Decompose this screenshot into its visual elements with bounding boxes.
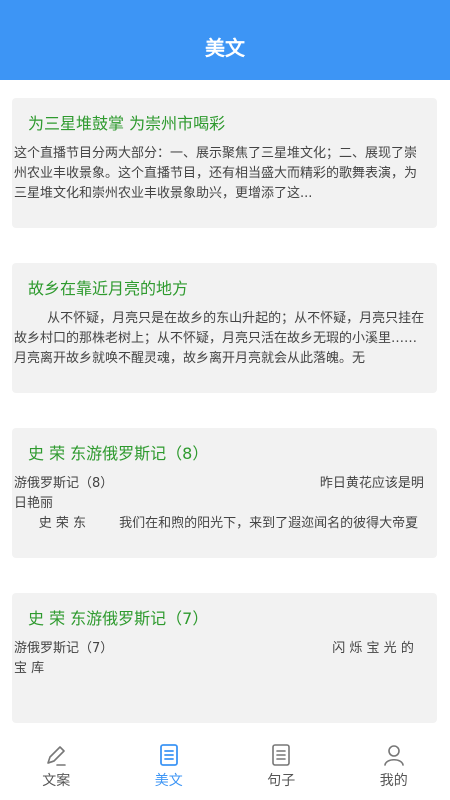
pen-icon xyxy=(47,746,67,766)
article-excerpt: 这个直播节目分两大部分：一、展示聚焦了三星堆文化；二、展现了崇州农业丰收景象。这… xyxy=(14,146,418,201)
article-title: 史 荣 东游俄罗斯记（8） xyxy=(28,444,209,463)
top-app-bar: 美文 xyxy=(0,0,450,80)
article-title: 为三星堆鼓掌 为崇州市喝彩 xyxy=(28,114,226,133)
article-card[interactable]: 史 荣 东游俄罗斯记（8） 游俄罗斯记（8） 昨日黄花应该是明日艳丽 史 荣 东… xyxy=(12,428,437,558)
article-title: 史 荣 东游俄罗斯记（7） xyxy=(28,609,209,628)
article-card[interactable]: 史 荣 东游俄罗斯记（7） 游俄罗斯记（7） 闪 烁 宝 光 的 宝 库 史 荣… xyxy=(12,593,437,723)
article-excerpt: 游俄罗斯记（8） 昨日黄花应该是明日艳丽 史 荣 东 我们在和煦的阳光下，来到了… xyxy=(14,476,424,531)
list-icon xyxy=(272,744,291,766)
app-screen: 美文 为三星堆鼓掌 为崇州市喝彩 这个直播节目分两大部分：一、展示聚焦了三星堆文… xyxy=(0,0,450,800)
article-excerpt: 游俄罗斯记（7） 闪 烁 宝 光 的 宝 库 史 荣 东 我对冬宫的认识出于《列… xyxy=(14,641,414,676)
tab-label: 文案 xyxy=(42,773,71,789)
page-title: 美文 xyxy=(205,35,245,60)
bottom-tab-bar: 文案 美文 句子 我的 xyxy=(0,736,450,800)
document-icon xyxy=(159,744,178,766)
tab-label: 句子 xyxy=(267,773,296,789)
user-icon xyxy=(383,745,404,766)
article-title: 故乡在靠近月亮的地方 xyxy=(28,279,189,298)
article-card[interactable]: 故乡在靠近月亮的地方 从不怀疑，月亮只是在故乡的东山升起的；从不怀疑，月亮只挂在… xyxy=(12,263,437,393)
article-excerpt: 从不怀疑，月亮只是在故乡的东山升起的；从不怀疑，月亮只挂在故乡村口的那株老树上；… xyxy=(14,311,425,366)
article-feed[interactable]: 为三星堆鼓掌 为崇州市喝彩 这个直播节目分两大部分：一、展示聚焦了三星堆文化；二… xyxy=(0,80,450,736)
tab-wode[interactable]: 我的 xyxy=(338,736,450,800)
tab-label: 我的 xyxy=(379,773,408,789)
article-card[interactable]: 为三星堆鼓掌 为崇州市喝彩 这个直播节目分两大部分：一、展示聚焦了三星堆文化；二… xyxy=(12,98,437,228)
tab-meiwen[interactable]: 美文 xyxy=(113,736,226,800)
tab-label: 美文 xyxy=(154,773,183,789)
tab-wenan[interactable]: 文案 xyxy=(0,736,113,800)
tab-juzi[interactable]: 句子 xyxy=(225,736,338,800)
